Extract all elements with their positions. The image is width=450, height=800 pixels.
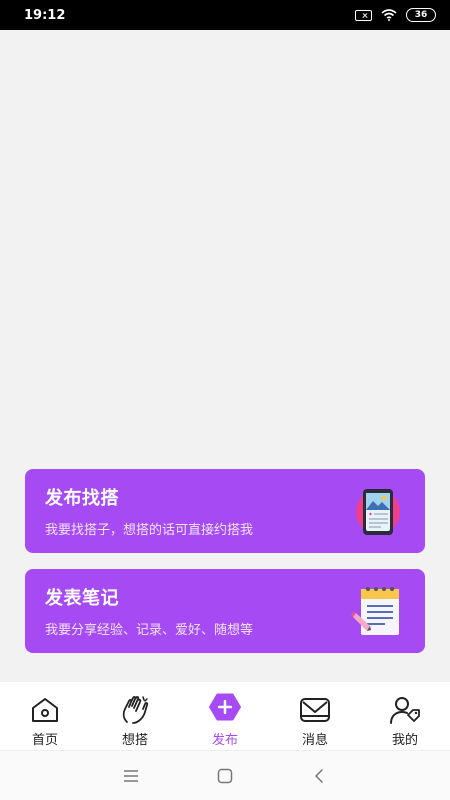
plus-hex-icon — [209, 693, 241, 721]
status-bar: 19:12 36 — [0, 0, 450, 30]
tab-label: 消息 — [301, 733, 328, 748]
home-button[interactable] — [213, 764, 237, 788]
wifi-icon — [381, 9, 397, 21]
back-button[interactable] — [307, 764, 331, 788]
phone-photo-icon — [356, 489, 400, 535]
system-nav-bar — [0, 750, 450, 800]
tab-messages[interactable]: 消息 — [280, 694, 350, 748]
user-icon — [390, 697, 420, 724]
bottom-tab-bar: 首页 想搭 发布 消息 我的 — [0, 682, 450, 750]
menu-button[interactable] — [119, 764, 143, 788]
tab-publish[interactable]: 发布 — [190, 693, 260, 748]
menu-icon — [124, 769, 138, 782]
tab-want-partner[interactable]: 想搭 — [100, 694, 170, 748]
no-sim-icon — [355, 9, 372, 21]
clap-hands-icon — [122, 696, 149, 724]
tab-label: 想搭 — [121, 733, 148, 748]
publish-note-card[interactable]: 发表笔记 我要分享经验、记录、爱好、随想等 — [25, 569, 425, 653]
square-icon — [217, 768, 233, 783]
tab-mine[interactable]: 我的 — [370, 694, 440, 748]
back-chevron-icon — [315, 768, 323, 783]
notepad-pencil-icon — [351, 587, 399, 635]
mail-icon — [300, 698, 330, 722]
tab-label: 首页 — [31, 733, 58, 748]
battery-indicator: 36 — [406, 8, 436, 22]
tab-label: 我的 — [391, 733, 418, 748]
status-time: 19:12 — [24, 7, 66, 23]
home-icon — [32, 698, 58, 722]
status-icons: 36 — [355, 8, 436, 22]
tab-home[interactable]: 首页 — [10, 694, 80, 748]
tab-label: 发布 — [211, 733, 238, 748]
publish-partner-card[interactable]: 发布找搭 我要找搭子，想搭的话可直接约搭我 — [25, 469, 425, 553]
